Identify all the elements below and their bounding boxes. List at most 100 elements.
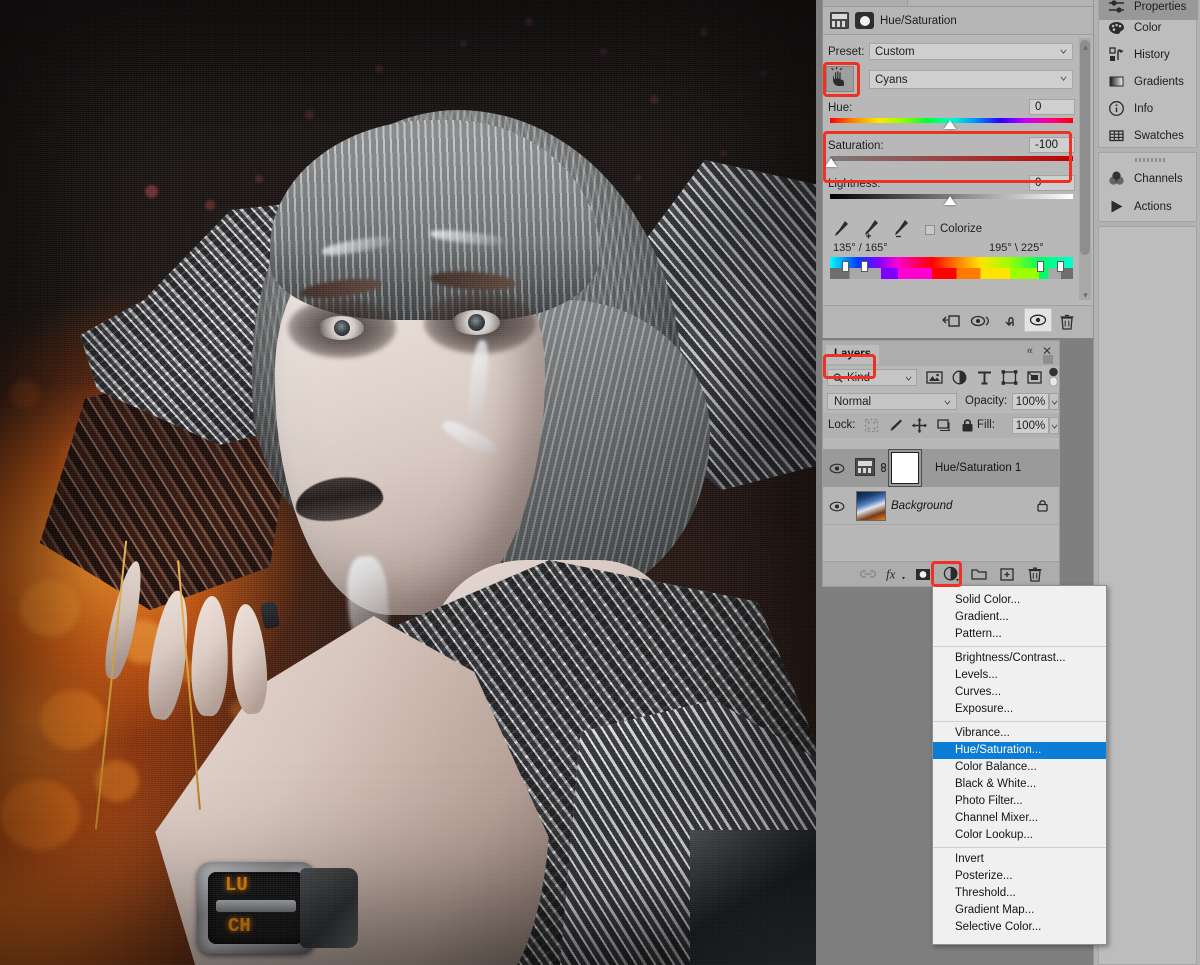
filter-shape-icon[interactable] bbox=[1000, 369, 1019, 386]
layer-mask-thumbnail[interactable] bbox=[891, 452, 919, 484]
menu-item-gradient[interactable]: Gradient... bbox=[933, 609, 1106, 626]
panel-drag-grip[interactable] bbox=[1135, 158, 1167, 162]
targeted-adjustment-hand-icon[interactable] bbox=[826, 66, 854, 92]
lock-artboard-nesting-icon[interactable] bbox=[935, 417, 952, 434]
menu-item-invert[interactable]: Invert bbox=[933, 851, 1106, 868]
eyedropper-subtract-icon[interactable] bbox=[892, 219, 910, 239]
gradients-icon bbox=[1108, 73, 1125, 90]
visibility-eye-icon[interactable] bbox=[1024, 308, 1052, 332]
hue-value-field[interactable]: 0 bbox=[1029, 99, 1075, 115]
layers-filter-row: Kind bbox=[823, 366, 1059, 390]
menu-item-selective-color[interactable]: Selective Color... bbox=[933, 919, 1106, 936]
dock-item-history[interactable]: History bbox=[1099, 41, 1198, 68]
menu-item-color-lookup[interactable]: Color Lookup... bbox=[933, 827, 1106, 844]
menu-item-exposure[interactable]: Exposure... bbox=[933, 701, 1106, 718]
layer-locked-padlock-icon[interactable] bbox=[1036, 498, 1049, 513]
document-canvas[interactable]: LU CH bbox=[0, 0, 816, 965]
clip-to-layer-icon[interactable] bbox=[938, 309, 966, 333]
delete-trash-icon[interactable] bbox=[1053, 309, 1081, 333]
colorize-checkbox[interactable] bbox=[925, 225, 935, 235]
menu-item-curves[interactable]: Curves... bbox=[933, 684, 1106, 701]
lightness-value-field[interactable]: 0 bbox=[1029, 175, 1075, 191]
eyedropper-icon[interactable] bbox=[832, 219, 850, 239]
saturation-value-field[interactable]: -100 bbox=[1029, 137, 1075, 153]
filter-toggle-icon[interactable] bbox=[1048, 367, 1059, 388]
chevron-down-icon bbox=[905, 376, 912, 381]
toggle-previous-state-icon[interactable] bbox=[967, 309, 995, 333]
menu-item-brightness-contrast[interactable]: Brightness/Contrast... bbox=[933, 650, 1106, 667]
menu-item-hue-saturation[interactable]: Hue/Saturation... bbox=[933, 742, 1106, 759]
filter-pixel-icon[interactable] bbox=[925, 369, 944, 386]
scroll-up-arrow-icon[interactable]: ▴ bbox=[1081, 42, 1090, 52]
new-adjustment-layer-menu[interactable]: Solid Color... Gradient... Pattern... Br… bbox=[932, 585, 1107, 945]
add-layer-mask-icon[interactable] bbox=[912, 564, 934, 584]
opacity-stepper-chevron-icon[interactable] bbox=[1049, 393, 1059, 410]
menu-item-vibrance[interactable]: Vibrance... bbox=[933, 725, 1106, 742]
layer-thumbnail-adjustment[interactable] bbox=[855, 458, 875, 476]
dock-item-color[interactable]: Color bbox=[1099, 14, 1198, 41]
mask-link-icon[interactable] bbox=[879, 460, 888, 475]
table-row[interactable]: Hue/Saturation 1 bbox=[823, 449, 1059, 487]
dock-label-history: History bbox=[1134, 48, 1170, 61]
link-layers-icon[interactable] bbox=[857, 564, 879, 584]
layer-thumbnail-image[interactable] bbox=[856, 491, 886, 521]
menu-item-color-balance[interactable]: Color Balance... bbox=[933, 759, 1106, 776]
table-row[interactable]: Background bbox=[823, 487, 1059, 525]
layer-mask-icon[interactable] bbox=[855, 12, 874, 29]
menu-item-pattern[interactable]: Pattern... bbox=[933, 626, 1106, 643]
menu-item-photo-filter[interactable]: Photo Filter... bbox=[933, 793, 1106, 810]
dock-item-info[interactable]: Info bbox=[1099, 95, 1198, 122]
menu-item-gradient-map[interactable]: Gradient Map... bbox=[933, 902, 1106, 919]
filter-smart-object-icon[interactable] bbox=[1025, 369, 1044, 386]
lock-pixels-brush-icon[interactable] bbox=[887, 417, 904, 434]
saturation-slider-knob[interactable] bbox=[825, 158, 837, 167]
lock-all-padlock-icon[interactable] bbox=[959, 417, 976, 434]
menu-item-posterize[interactable]: Posterize... bbox=[933, 868, 1106, 885]
layer-filter-kind-dropdown[interactable]: Kind bbox=[827, 369, 917, 386]
menu-item-black-and-white[interactable]: Black & White... bbox=[933, 776, 1106, 793]
preset-dropdown[interactable]: Custom bbox=[869, 43, 1073, 60]
filter-type-icon[interactable] bbox=[975, 369, 994, 386]
opacity-field[interactable]: 100% bbox=[1012, 393, 1049, 410]
lock-all-partial-icon[interactable] bbox=[863, 417, 880, 434]
delete-layer-trash-icon[interactable] bbox=[1024, 564, 1046, 584]
menu-item-levels[interactable]: Levels... bbox=[933, 667, 1106, 684]
hue-label: Hue: bbox=[828, 102, 853, 114]
menu-item-threshold[interactable]: Threshold... bbox=[933, 885, 1106, 902]
new-layer-icon[interactable] bbox=[996, 564, 1018, 584]
scroll-down-arrow-icon[interactable]: ▾ bbox=[1081, 290, 1090, 300]
lightness-slider-knob[interactable] bbox=[944, 196, 956, 205]
layer-style-fx-icon[interactable]: fx bbox=[885, 564, 907, 584]
dock-item-actions[interactable]: Actions bbox=[1099, 193, 1198, 220]
menu-item-channel-mixer[interactable]: Channel Mixer... bbox=[933, 810, 1106, 827]
saturation-gradient-bar[interactable] bbox=[830, 156, 1073, 161]
fill-stepper-chevron-icon[interactable] bbox=[1049, 417, 1059, 434]
dock-item-channels[interactable]: Channels bbox=[1099, 165, 1198, 192]
new-adjustment-layer-icon[interactable] bbox=[940, 564, 962, 584]
fill-field[interactable]: 100% bbox=[1012, 417, 1049, 434]
panel-menu-icon[interactable] bbox=[1043, 355, 1053, 364]
range-handle-3[interactable] bbox=[1037, 261, 1044, 272]
range-handle-1[interactable] bbox=[842, 261, 849, 272]
new-group-folder-icon[interactable] bbox=[968, 564, 990, 584]
layer-visibility-eye-icon[interactable] bbox=[823, 449, 851, 487]
layer-visibility-eye-icon[interactable] bbox=[823, 487, 851, 525]
blend-mode-dropdown[interactable]: Normal bbox=[827, 393, 957, 410]
color-range-dropdown[interactable]: Cyans bbox=[869, 70, 1073, 89]
panel-tab-strip[interactable] bbox=[823, 0, 1096, 7]
range-handle-4[interactable] bbox=[1057, 261, 1064, 272]
menu-item-solid-color[interactable]: Solid Color... bbox=[933, 592, 1106, 609]
dock-item-gradients[interactable]: Gradients bbox=[1099, 68, 1198, 95]
hue-slider-knob[interactable] bbox=[944, 120, 956, 129]
collapse-double-chevron-icon[interactable]: « bbox=[1027, 345, 1033, 357]
eyedropper-add-icon[interactable] bbox=[862, 219, 880, 239]
fill-label: Fill: bbox=[977, 419, 995, 431]
reset-icon[interactable] bbox=[996, 309, 1024, 333]
lock-position-move-icon[interactable] bbox=[911, 417, 928, 434]
properties-scrollbar-thumb[interactable] bbox=[1080, 40, 1090, 255]
range-handle-2[interactable] bbox=[861, 261, 868, 272]
filter-adjustment-icon[interactable] bbox=[950, 369, 969, 386]
photoshop-window: LU CH Hue/Saturation Preset: Custom Cyan… bbox=[0, 0, 1200, 965]
dock-item-swatches[interactable]: Swatches bbox=[1099, 122, 1198, 149]
tab-layers[interactable]: Layers bbox=[826, 345, 880, 364]
